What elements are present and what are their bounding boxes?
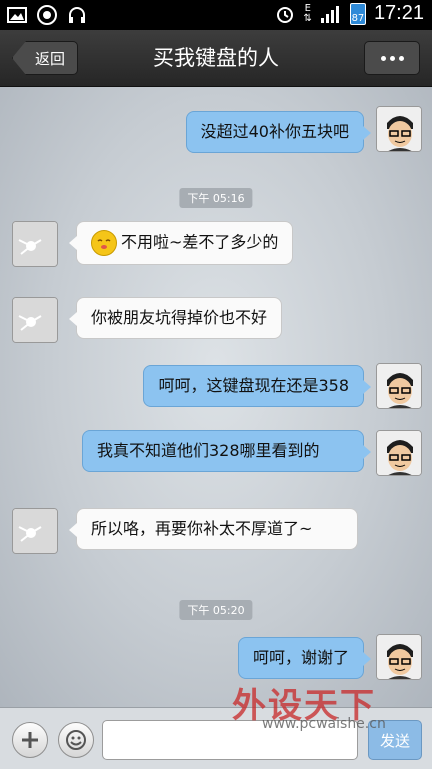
my-avatar[interactable] [376,363,422,409]
emoji-button[interactable] [58,722,94,758]
contact-avatar[interactable] [12,297,58,343]
shy-face-emoji [91,230,117,256]
more-dots-icon [380,55,404,61]
contact-avatar[interactable] [12,508,58,554]
chat-area[interactable]: 没超过40补你五块吧 下午 05:16 不用啦~差不了多少的 你被朋友坑得掉价也… [0,87,432,707]
timestamp: 下午 05:20 [179,600,253,620]
message-bubble-incoming[interactable]: 所以咯，再要你补太不厚道了~ [69,508,358,550]
plus-icon [22,732,38,748]
alarm-icon [274,3,296,25]
message-bubble-outgoing[interactable]: 我真不知道他们328哪里看到的 [82,430,371,472]
clock: 17:21 [373,2,424,24]
headset-icon [66,4,88,26]
chat-header: 返回 买我键盘的人 [0,30,432,87]
status-bar: E ⇅ 87 17:21 [0,0,432,30]
message-bubble-outgoing[interactable]: 呵呵，谢谢了 [237,637,372,679]
message-bubble-outgoing[interactable]: 没超过40补你五块吧 [185,111,372,153]
chrome-icon [36,4,58,26]
my-avatar[interactable] [376,634,422,680]
smiley-icon [66,730,86,750]
watermark-url: www.pcwaishe.cn [262,716,386,732]
message-bubble-incoming[interactable]: 你被朋友坑得掉价也不好 [68,297,283,339]
timestamp: 下午 05:16 [179,188,253,208]
my-avatar[interactable] [376,430,422,476]
data-arrows-icon: E ⇅ [303,2,312,24]
message-text: 不用啦~差不了多少的 [121,232,279,252]
message-bubble-incoming[interactable]: 不用啦~差不了多少的 [68,221,294,265]
message-bubble-outgoing[interactable]: 呵呵，这键盘现在还是358 [143,365,371,407]
page-title: 买我键盘的人 [153,46,279,70]
back-button[interactable]: 返回 [12,41,78,75]
battery-icon: 87 [349,2,366,25]
my-avatar[interactable] [376,106,422,152]
signal-icon [320,3,342,25]
plus-button[interactable] [12,722,48,758]
gallery-icon [6,4,28,26]
contact-avatar[interactable] [12,221,58,267]
more-button[interactable] [364,41,420,75]
